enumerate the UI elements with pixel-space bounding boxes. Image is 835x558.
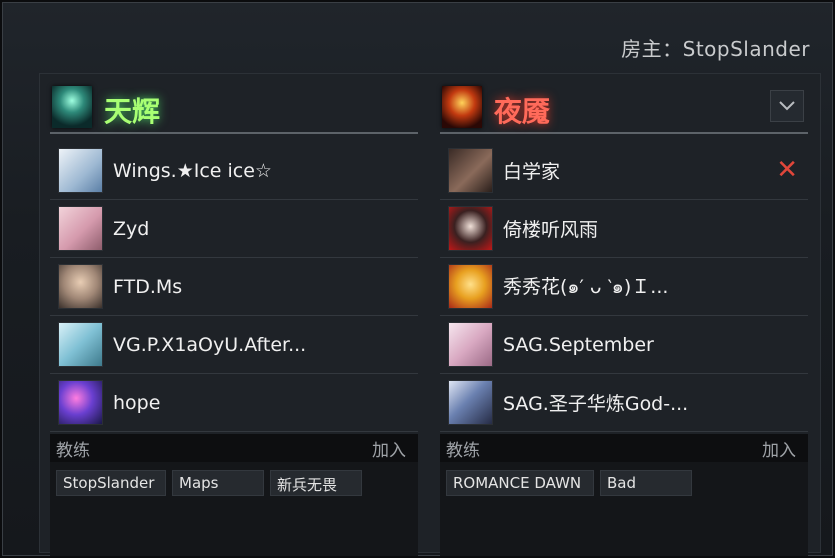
player-slot[interactable]: VG.P.X1aOyU.After...	[50, 316, 418, 374]
avatar	[448, 380, 493, 425]
player-slot[interactable]: 倚楼听风雨	[440, 200, 808, 258]
close-icon[interactable]: ✕	[776, 154, 798, 185]
player-name: VG.P.X1aOyU.After...	[113, 333, 307, 356]
player-name: SAG.圣子华炼God-...	[503, 393, 689, 415]
team-name-dire: 夜魇	[494, 95, 551, 128]
player-slot[interactable]: 白学家 ✕	[440, 142, 808, 200]
dire-emblem-icon	[442, 86, 482, 128]
coach-section: 教练 加入 ROMANCE DAWN Bad	[440, 434, 808, 556]
player-name: 白学家	[503, 161, 561, 183]
player-slot[interactable]: Zyd	[50, 200, 418, 258]
avatar	[448, 264, 493, 309]
spectator-chip[interactable]: Bad	[600, 470, 692, 496]
player-name: FTD.Ms	[113, 275, 183, 298]
avatar	[448, 322, 493, 367]
avatar	[58, 380, 103, 425]
player-slot[interactable]: 秀秀花(๑′ ᴗ ‵๑)Ｉ...	[440, 258, 808, 316]
avatar	[448, 206, 493, 251]
spectator-list: StopSlander Maps 新兵无畏	[50, 462, 418, 496]
player-name: SAG.September	[503, 333, 654, 356]
player-slot[interactable]: SAG.圣子华炼God-...	[440, 374, 808, 432]
player-name: 倚楼听风雨	[503, 219, 599, 241]
player-slot[interactable]: hope	[50, 374, 418, 432]
player-slot[interactable]: FTD.Ms	[50, 258, 418, 316]
coach-header: 教练 加入	[440, 434, 808, 462]
avatar	[448, 148, 493, 193]
spectator-chip[interactable]: StopSlander	[56, 470, 166, 496]
team-dire: 夜魇 白学家 ✕ 倚楼听风雨 秀秀花(๑′ ᴗ ‵๑)Ｉ... SAG.Sept…	[440, 84, 808, 556]
coach-header: 教练 加入	[50, 434, 418, 462]
join-button[interactable]: 加入	[372, 436, 406, 461]
team-header: 天辉	[50, 84, 418, 134]
lobby-host-label: 房主：StopSlander	[621, 37, 810, 61]
avatar	[58, 322, 103, 367]
lobby-window: 房主：StopSlander 天辉 Wings.★Ice ice☆ Zyd FT…	[2, 2, 833, 556]
player-name: Zyd	[113, 217, 150, 240]
coach-section: 教练 加入 StopSlander Maps 新兵无畏	[50, 434, 418, 556]
chevron-down-icon[interactable]	[770, 90, 804, 122]
lobby-teams-panel: 天辉 Wings.★Ice ice☆ Zyd FTD.Ms VG.P.X1aOy…	[39, 73, 821, 556]
radiant-emblem-icon	[52, 86, 92, 128]
spectator-chip[interactable]: ROMANCE DAWN	[446, 470, 594, 496]
coach-label: 教练	[446, 440, 480, 461]
player-slot[interactable]: Wings.★Ice ice☆	[50, 142, 418, 200]
join-button[interactable]: 加入	[762, 436, 796, 461]
player-name: hope	[113, 391, 161, 414]
avatar	[58, 148, 103, 193]
player-name: Wings.★Ice ice☆	[113, 159, 272, 182]
spectator-chip[interactable]: 新兵无畏	[270, 470, 362, 496]
team-radiant: 天辉 Wings.★Ice ice☆ Zyd FTD.Ms VG.P.X1aOy…	[50, 84, 418, 556]
coach-label: 教练	[56, 440, 90, 461]
avatar	[58, 206, 103, 251]
avatar	[58, 264, 103, 309]
spectator-chip[interactable]: Maps	[172, 470, 264, 496]
team-name-radiant: 天辉	[104, 95, 161, 128]
player-name: 秀秀花(๑′ ᴗ ‵๑)Ｉ...	[503, 275, 669, 298]
spectator-list: ROMANCE DAWN Bad	[440, 462, 808, 496]
player-slot[interactable]: SAG.September	[440, 316, 808, 374]
team-header: 夜魇	[440, 84, 808, 134]
